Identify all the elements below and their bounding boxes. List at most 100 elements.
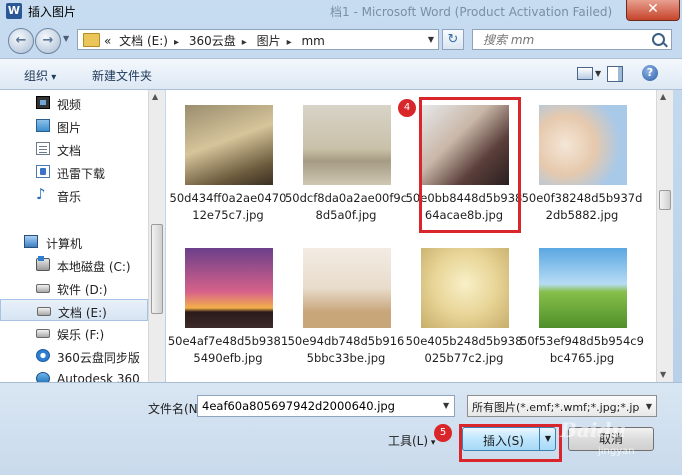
change-view-icon[interactable]: [577, 67, 593, 80]
computer-icon: [24, 235, 38, 248]
forward-button[interactable]: →: [35, 28, 61, 54]
breadcrumb-360cloud[interactable]: 360云盘: [189, 34, 236, 48]
folder-icon: [83, 33, 100, 47]
breadcrumb-separator-icon[interactable]: ▸: [174, 37, 179, 48]
annotation-highlight-file: [419, 97, 521, 233]
file-thumbnail[interactable]: [185, 248, 273, 328]
file-thumbnail[interactable]: [539, 248, 627, 328]
autodesk-icon: [36, 372, 50, 382]
thunder-download-icon: [36, 165, 50, 178]
file-type-value: 所有图片(*.emf;*.wmf;*.jpg;*.jp: [472, 401, 640, 414]
navigation-pane-scrollbar[interactable]: ▲: [148, 90, 165, 382]
file-list-scrollbar[interactable]: ▲ ▼: [656, 90, 673, 382]
address-bar[interactable]: « 文档 (E:) ▸ 360云盘 ▸ 图片 ▸ mm ▼: [77, 29, 439, 50]
annotation-step-badge: 5: [434, 424, 452, 442]
back-button[interactable]: ←: [8, 28, 34, 54]
search-input[interactable]: [481, 32, 645, 48]
sidebar-item-label: 文档 (E:): [58, 306, 107, 320]
file-name: 50dcf8da0a2ae00f9c8d5a0f.jpg: [284, 191, 408, 222]
document-icon: [36, 142, 50, 155]
address-dropdown-icon[interactable]: ▼: [428, 35, 434, 44]
new-folder-button[interactable]: 新建文件夹: [92, 67, 152, 84]
scrollbar-thumb[interactable]: [151, 224, 163, 314]
background-window-title: 档1 - Microsoft Word (Product Activation …: [330, 5, 613, 19]
sidebar-item-label: 迅雷下载: [57, 167, 106, 181]
preview-pane-icon[interactable]: [607, 66, 623, 82]
word-app-icon: W: [6, 3, 22, 19]
file-thumbnail[interactable]: [539, 105, 627, 185]
annotation-highlight-insert: [459, 424, 562, 462]
file-name: 50e94db748d5b9165bbc33be.jpg: [287, 334, 405, 365]
tools-button[interactable]: 工具(L): [388, 432, 435, 449]
breadcrumb-separator-icon[interactable]: ▸: [242, 37, 247, 48]
sidebar-item-music[interactable]: 音乐: [0, 184, 148, 206]
file-thumbnail[interactable]: [303, 105, 391, 185]
search-icon[interactable]: [652, 33, 665, 46]
sidebar-item-label: 计算机: [46, 237, 83, 251]
view-options-dropdown-icon[interactable]: ▼: [595, 69, 601, 78]
navigation-pane: 视频 图片 文档 迅雷下载 音乐 计算机 本地磁盘 (C:) 软件 (D:): [0, 90, 165, 382]
chevron-down-icon[interactable]: ▼: [646, 402, 652, 411]
breadcrumb-overflow[interactable]: «: [104, 34, 111, 48]
sidebar-item-computer[interactable]: 计算机: [0, 231, 148, 253]
file-name: 50e0f38248d5b937d2db5882.jpg: [521, 191, 643, 222]
sidebar-item-label: Autodesk 360: [57, 372, 140, 382]
sidebar-item-label: 娱乐 (F:): [57, 328, 105, 342]
sidebar-item-label: 图片: [57, 121, 82, 135]
file-thumbnail[interactable]: [303, 248, 391, 328]
title-bar[interactable]: W 插入图片 档1 - Microsoft Word (Product Acti…: [0, 0, 682, 22]
recent-pages-chevron-icon[interactable]: ▼: [63, 34, 69, 43]
file-thumbnail[interactable]: [421, 248, 509, 328]
sidebar-item-360cloud-sync[interactable]: 360云盘同步版: [0, 345, 148, 367]
breadcrumb-pictures[interactable]: 图片: [257, 34, 281, 48]
sidebar-item-videos[interactable]: 视频: [0, 92, 148, 114]
close-button[interactable]: ✕: [626, 0, 680, 21]
sidebar-item-label: 本地磁盘 (C:): [57, 260, 131, 274]
file-name: 50e405b248d5b938025b77c2.jpg: [405, 334, 523, 365]
video-icon: [36, 96, 50, 109]
organize-button[interactable]: 组织: [24, 67, 56, 84]
sidebar-item-drive-d[interactable]: 软件 (D:): [0, 277, 148, 299]
file-name: 50e4af7e48d5b93815490efb.jpg: [167, 334, 289, 365]
navigation-row: ← → ▼ « 文档 (E:) ▸ 360云盘 ▸ 图片 ▸ mm ▼ ↻: [0, 24, 682, 56]
breadcrumb-mm[interactable]: mm: [301, 34, 324, 48]
search-box[interactable]: [472, 29, 672, 50]
dialog-title: 插入图片: [28, 5, 77, 19]
sidebar-item-drive-e[interactable]: 文档 (E:): [0, 299, 148, 321]
filename-dropdown-icon[interactable]: ▼: [443, 401, 449, 410]
sidebar-item-label: 软件 (D:): [57, 283, 108, 297]
sidebar-item-thunder-downloads[interactable]: 迅雷下载: [0, 161, 148, 183]
breadcrumb: « 文档 (E:) ▸ 360云盘 ▸ 图片 ▸ mm: [104, 32, 329, 49]
annotation-step-badge: 4: [398, 99, 416, 117]
scroll-up-icon[interactable]: ▲: [152, 92, 158, 101]
filename-input[interactable]: [197, 395, 455, 417]
command-toolbar: 组织 新建文件夹 ▼ ?: [0, 58, 682, 90]
file-name: 50d434ff0a2ae047012e75c7.jpg: [169, 191, 287, 222]
breadcrumb-drive-e[interactable]: 文档 (E:): [119, 34, 168, 48]
sidebar-item-label: 文档: [57, 144, 82, 158]
cloud-sync-icon: [36, 349, 50, 362]
scroll-up-icon[interactable]: ▲: [660, 92, 666, 101]
drive-icon: [36, 329, 50, 338]
file-list: 50d434ff0a2ae047012e75c7.jpg 50dcf8da0a2…: [166, 90, 656, 382]
watermark-logo: Baidu: [560, 418, 626, 442]
sidebar-item-label: 视频: [57, 98, 82, 112]
breadcrumb-separator-icon[interactable]: ▸: [287, 37, 292, 48]
file-name: 50f53ef948d5b954c9bc4765.jpg: [520, 334, 644, 365]
help-icon[interactable]: ?: [642, 65, 658, 81]
refresh-button[interactable]: ↻: [442, 29, 464, 50]
sidebar-item-documents[interactable]: 文档: [0, 138, 148, 160]
sidebar-item-autodesk-360[interactable]: Autodesk 360: [0, 368, 148, 382]
sidebar-item-drive-c[interactable]: 本地磁盘 (C:): [0, 254, 148, 276]
file-type-select[interactable]: 所有图片(*.emf;*.wmf;*.jpg;*.jp ▼: [467, 395, 657, 417]
sidebar-item-pictures[interactable]: 图片: [0, 115, 148, 137]
file-thumbnail[interactable]: [185, 105, 273, 185]
scrollbar-thumb[interactable]: [659, 190, 671, 210]
picture-icon: [36, 119, 50, 132]
sidebar-item-label: 360云盘同步版: [57, 351, 140, 365]
system-drive-icon: [36, 256, 50, 271]
drive-icon: [37, 307, 51, 316]
watermark-subtext: jingyan: [598, 446, 635, 457]
sidebar-item-drive-f[interactable]: 娱乐 (F:): [0, 322, 148, 344]
scroll-down-icon[interactable]: ▼: [660, 370, 666, 379]
